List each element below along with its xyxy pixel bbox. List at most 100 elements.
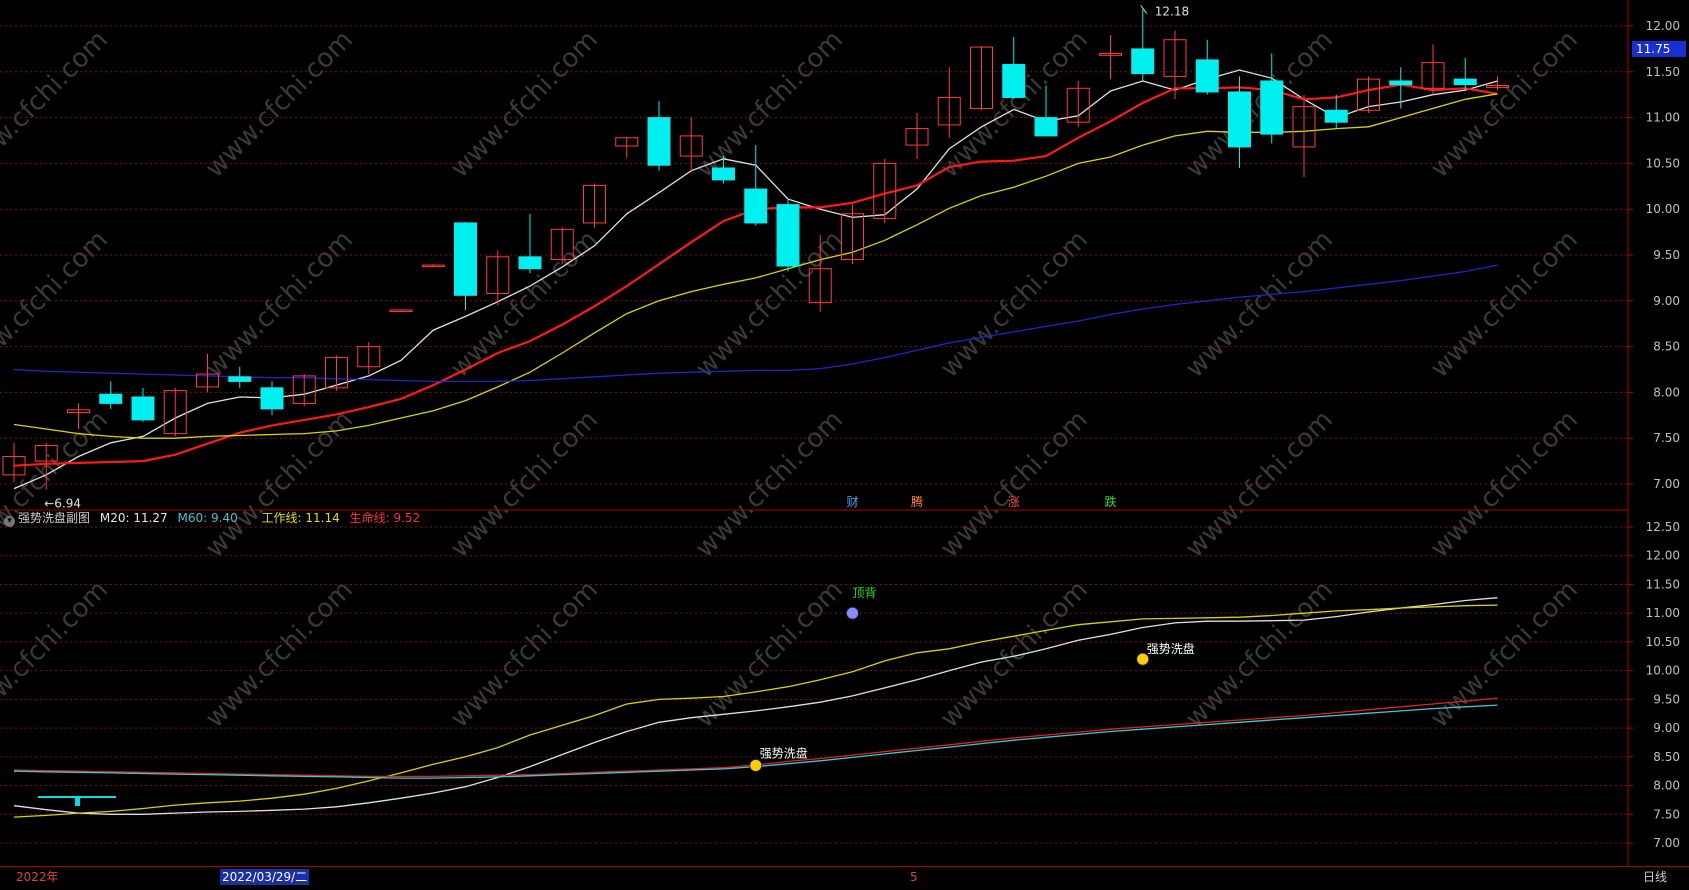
current-price-label: 11.75 bbox=[1636, 42, 1670, 56]
chart-stage: www.cfchi.com www.cfchi.com www.cfchi.com w… bbox=[0, 0, 1689, 887]
candle-body bbox=[518, 256, 542, 270]
candle bbox=[292, 374, 316, 407]
indicator-tick-label: 8.00 bbox=[1653, 779, 1680, 793]
watermark-text: www.cfchi.com bbox=[445, 575, 604, 734]
candle-body bbox=[1002, 63, 1026, 98]
candle-body bbox=[228, 376, 252, 382]
candle-body bbox=[1131, 48, 1155, 75]
indicator-tick-label: 10.50 bbox=[1646, 635, 1680, 649]
indicator-tick-label: 11.00 bbox=[1646, 606, 1680, 620]
candle-body bbox=[260, 387, 284, 410]
event-marker: 跌 bbox=[1105, 494, 1117, 509]
main-tick-label: 7.00 bbox=[1653, 477, 1680, 491]
candle bbox=[1453, 58, 1477, 91]
candle bbox=[1131, 9, 1155, 81]
event-marker: 涨 bbox=[1008, 494, 1020, 509]
indicator-tick-label: 12.50 bbox=[1646, 520, 1680, 534]
candle bbox=[583, 183, 606, 228]
event-marker: 财 bbox=[847, 495, 859, 509]
main-tick-label: 9.50 bbox=[1653, 248, 1680, 262]
candle-body bbox=[1389, 80, 1413, 86]
year-label: 2022年 bbox=[16, 870, 59, 884]
watermark-text: www.cfchi.com bbox=[200, 225, 359, 384]
main-tick-label: 10.00 bbox=[1646, 202, 1680, 216]
candle-body bbox=[776, 204, 800, 267]
annotation-face-icon bbox=[749, 759, 763, 772]
watermark-text: www.cfchi.com bbox=[0, 225, 114, 384]
candle bbox=[970, 46, 993, 111]
annotation-face-icon bbox=[846, 606, 859, 620]
candles-layer bbox=[2, 9, 1509, 490]
indicator-tick-label: 10.00 bbox=[1646, 664, 1680, 678]
indicator-y-axis: 12.50 12.00 11.50 11.00 10.50 10.00 9.50 9.00 8.… bbox=[1628, 520, 1680, 850]
watermark-text: www.cfchi.com bbox=[935, 225, 1094, 384]
legend-m60: M60: 9.40 bbox=[177, 511, 238, 525]
candle bbox=[647, 101, 671, 171]
indicator-tick-label: 9.50 bbox=[1653, 692, 1680, 706]
candle-body bbox=[1260, 80, 1284, 135]
candle bbox=[1002, 36, 1026, 100]
candle bbox=[1421, 44, 1445, 95]
watermark-text: www.cfchi.com bbox=[935, 575, 1094, 734]
collapse-toggle-icon[interactable]: ▾ bbox=[4, 516, 15, 527]
candle bbox=[357, 342, 381, 375]
main-y-axis: 12.00 11.50 11.00 10.50 10.00 9.50 9.00 8.50 8.0… bbox=[1628, 19, 1686, 491]
high-marker-arrow bbox=[1140, 5, 1148, 14]
indicator-tick-label: 9.00 bbox=[1653, 721, 1680, 735]
candle bbox=[325, 355, 348, 391]
candle bbox=[486, 250, 510, 306]
annotation-label: 顶背 bbox=[853, 586, 877, 600]
watermark-text: www.cfchi.com bbox=[200, 575, 359, 734]
chart-svg: www.cfchi.com www.cfchi.com www.cfchi.com w… bbox=[0, 0, 1686, 866]
month-label: 5 bbox=[910, 870, 918, 884]
indicator-tick-label: 7.00 bbox=[1653, 836, 1680, 850]
watermark-text: www.cfchi.com bbox=[690, 575, 849, 734]
annotation-label: 强势洗盘 bbox=[760, 745, 808, 760]
candle bbox=[1389, 67, 1413, 109]
legend-work-line: 工作线: 11.14 bbox=[261, 511, 340, 525]
candle bbox=[518, 213, 542, 274]
candle-body bbox=[99, 393, 123, 404]
candle-body bbox=[1228, 91, 1251, 148]
candle-body bbox=[647, 117, 671, 166]
watermark-text: www.cfchi.com bbox=[1425, 575, 1584, 734]
period-button[interactable]: 日线 bbox=[1643, 867, 1667, 887]
legend-m20: M20: 11.27 bbox=[99, 511, 168, 525]
legend-life-line: 生命线: 9.52 bbox=[349, 511, 421, 525]
indicator-title: 强势洗盘副图 bbox=[18, 511, 91, 525]
watermark-text: www.cfchi.com bbox=[445, 25, 604, 184]
candle bbox=[1292, 94, 1316, 178]
watermark-text: www.cfchi.com bbox=[1180, 225, 1339, 384]
candle bbox=[776, 200, 800, 272]
event-marker: 腾 bbox=[911, 494, 923, 509]
main-tick-label: 8.50 bbox=[1653, 340, 1680, 354]
watermark-text: www.cfchi.com bbox=[690, 225, 849, 384]
main-tick-label: 8.00 bbox=[1653, 385, 1680, 399]
candle bbox=[421, 264, 445, 268]
watermark-text: www.cfchi.com bbox=[1180, 25, 1339, 184]
indicator-tick-label: 7.50 bbox=[1653, 807, 1680, 821]
candle bbox=[454, 222, 477, 310]
candle bbox=[1099, 35, 1122, 80]
candle-body bbox=[744, 188, 768, 224]
candle-body bbox=[1324, 109, 1348, 123]
candle bbox=[1357, 76, 1380, 114]
candle-body bbox=[1195, 59, 1219, 93]
candle bbox=[163, 387, 187, 437]
high-marker-label: 12.18 bbox=[1155, 5, 1189, 19]
candle bbox=[905, 113, 929, 159]
candle bbox=[99, 381, 123, 409]
candle-body bbox=[454, 222, 477, 296]
candle-body bbox=[1034, 117, 1058, 137]
indicator-tick-label: 11.50 bbox=[1646, 577, 1680, 591]
main-tick-label: 9.00 bbox=[1653, 294, 1680, 308]
candle bbox=[615, 136, 639, 158]
main-tick-label: 11.50 bbox=[1646, 65, 1680, 79]
main-tick-label: 12.00 bbox=[1646, 19, 1680, 33]
candle bbox=[1228, 76, 1251, 168]
cursor-date-label: 2022/03/29/二 bbox=[220, 869, 310, 885]
candle bbox=[744, 145, 768, 226]
bottom-time-axis: 2022年 2022/03/29/二 5 日线 bbox=[0, 866, 1689, 887]
candle bbox=[937, 67, 961, 138]
watermark-text: www.cfchi.com bbox=[1180, 575, 1339, 734]
